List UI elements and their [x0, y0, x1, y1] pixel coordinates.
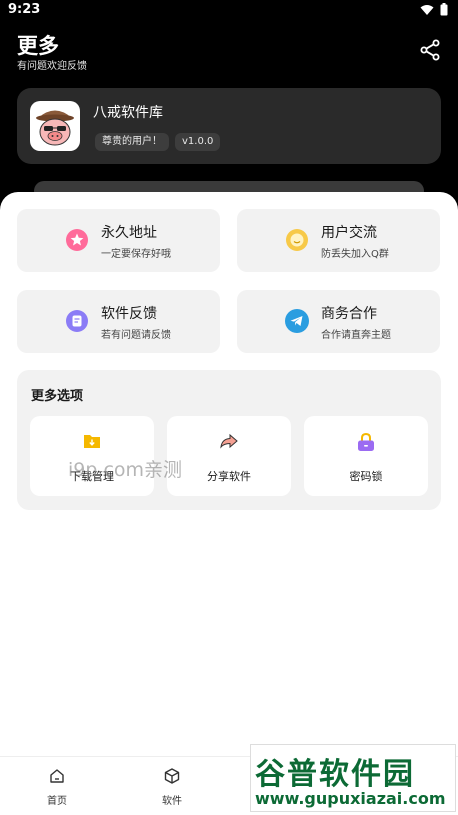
watermark-text: i9p.com亲测: [68, 459, 183, 481]
box-icon: [164, 768, 180, 784]
share-button[interactable]: [418, 38, 442, 62]
tile-subtitle: 防丢失加入Q群: [321, 249, 389, 260]
page-title: 更多: [17, 34, 59, 58]
tile-permanent-address[interactable]: 永久地址 一定要保存好哦: [17, 209, 220, 272]
wifi-icon: [420, 4, 434, 15]
profile-card[interactable]: 八戒软件库 尊贵的用户！ v1.0.0: [17, 88, 441, 164]
app-name: 八戒软件库: [93, 105, 163, 121]
status-time: 9:23: [8, 2, 41, 17]
pig-cowboy-icon: [36, 110, 74, 146]
nav-item-software[interactable]: 软件: [142, 767, 202, 807]
site-watermark-logo: 谷普软件园 www.gupuxiazai.com: [250, 744, 456, 812]
tile-business-cooperation[interactable]: 商务合作 合作请直奔主题: [237, 290, 440, 353]
share-arrow-icon: [220, 433, 238, 449]
tile-title: 商务合作: [321, 306, 377, 322]
star-icon: [66, 229, 88, 251]
nav-label: 首页: [47, 796, 67, 807]
nav-label: 软件: [162, 796, 182, 807]
share-software-button[interactable]: 分享软件: [167, 416, 291, 496]
tile-subtitle: 一定要保存好哦: [101, 249, 171, 260]
status-icons: [420, 3, 448, 16]
home-icon: [50, 769, 64, 783]
user-level-badge: 尊贵的用户！: [95, 133, 169, 151]
tile-user-chat[interactable]: 用户交流 防丢失加入Q群: [237, 209, 440, 272]
tile-title: 软件反馈: [101, 306, 157, 322]
download-folder-icon: [84, 435, 100, 448]
more-options-panel: 更多选项 下载管理 分享软件 密码锁: [17, 370, 441, 510]
more-options-title: 更多选项: [31, 389, 84, 404]
option-label: 分享软件: [207, 470, 251, 483]
lock-icon: [358, 432, 374, 451]
tile-title: 永久地址: [101, 225, 157, 241]
feedback-icon: [66, 310, 88, 332]
battery-icon: [440, 3, 448, 16]
share-icon: [420, 39, 440, 61]
version-badge: v1.0.0: [175, 133, 221, 151]
telegram-icon: [285, 309, 309, 333]
password-lock-button[interactable]: 密码锁: [304, 416, 428, 496]
site-logo-url: www.gupuxiazai.com: [255, 789, 446, 808]
site-logo-name: 谷普软件园: [255, 757, 415, 792]
page-subtitle: 有问题欢迎反馈: [17, 61, 87, 72]
tile-title: 用户交流: [321, 225, 377, 241]
option-label: 密码锁: [349, 470, 383, 483]
tile-subtitle: 合作请直奔主题: [321, 330, 391, 341]
tile-subtitle: 若有问题请反馈: [101, 330, 171, 341]
tile-software-feedback[interactable]: 软件反馈 若有问题请反馈: [17, 290, 220, 353]
smile-icon: [286, 229, 308, 251]
status-bar: 9:23: [0, 0, 458, 22]
app-avatar: [30, 101, 80, 151]
nav-item-home[interactable]: 首页: [27, 767, 87, 807]
